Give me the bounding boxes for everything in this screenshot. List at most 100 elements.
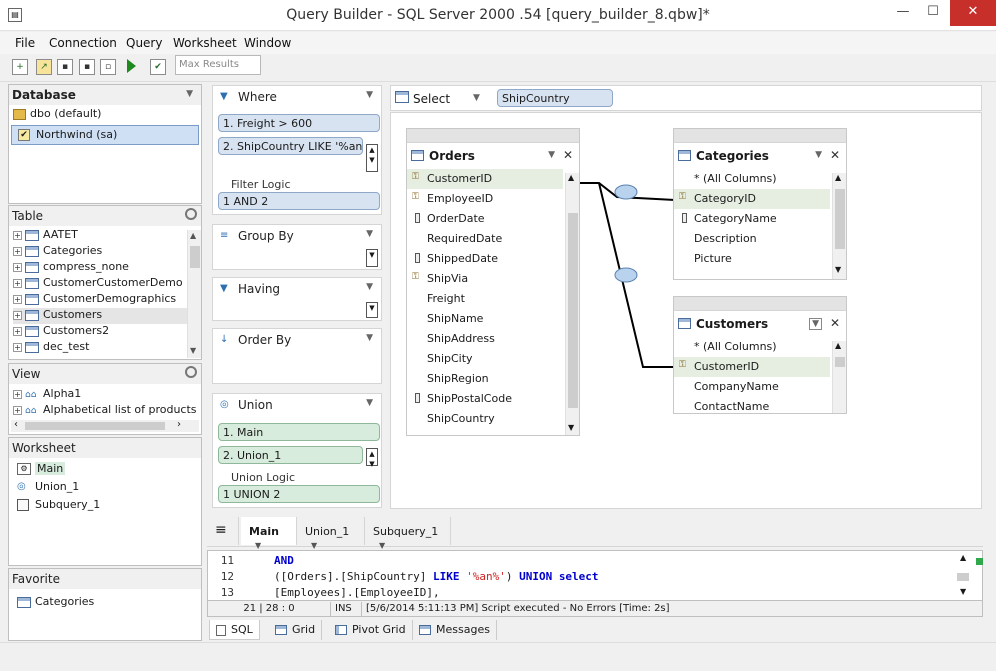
field-row[interactable]: ShipCity [407, 349, 563, 369]
expand-icon[interactable]: + [13, 326, 22, 336]
scroll-right-icon[interactable]: › [177, 419, 181, 430]
chevron-down-icon[interactable]: ▼ [809, 318, 822, 330]
union-item-2[interactable]: 2. Union_1 [218, 446, 363, 464]
field-row[interactable]: ⚿ CategoryID [674, 189, 830, 209]
new-icon[interactable]: + [12, 59, 28, 75]
table-list-item[interactable]: + dec_test [13, 340, 197, 356]
scroll-down-icon[interactable]: ▼ [568, 423, 574, 432]
having-scroll[interactable]: ▼ [366, 302, 378, 318]
where-condition-2[interactable]: 2. ShipCountry LIKE '%an%' [218, 137, 363, 155]
tab-subquery[interactable]: Subquery_1 ▼ [365, 517, 451, 550]
tab-grid[interactable]: Grid [269, 620, 323, 640]
field-row[interactable]: CompanyName [674, 377, 830, 397]
filter-logic-value[interactable]: 1 AND 2 [218, 192, 380, 210]
connection-item[interactable]: ✔ Northwind (sa) [11, 125, 199, 145]
view-hscrollbar[interactable]: ‹ › [11, 419, 199, 432]
field-row[interactable]: * (All Columns) [674, 169, 830, 189]
max-results-input[interactable]: Max Results [175, 55, 261, 75]
tab-pivot-grid[interactable]: Pivot Grid [329, 620, 413, 640]
orders-scrollbar[interactable]: ▲ ▼ [565, 173, 579, 435]
table-list-item[interactable]: + CustomerDemographics [13, 292, 197, 308]
close-icon[interactable]: ✕ [830, 316, 840, 330]
scroll-up-icon[interactable]: ▲ [190, 231, 196, 240]
execute-check-icon[interactable]: ✔ [150, 59, 166, 75]
orders-drag-handle[interactable] [407, 129, 579, 143]
view-list-item[interactable]: + ⌂⌂ Alphabetical list of products [13, 403, 197, 419]
chevron-down-icon[interactable]: ▼ [366, 333, 373, 343]
union-scroll[interactable]: ▲ ▼ [366, 448, 378, 468]
union-item-1[interactable]: 1. Main [218, 423, 380, 441]
tab-main[interactable]: Main ▼ [241, 517, 297, 550]
expand-icon[interactable]: + [13, 230, 22, 240]
scroll-down-icon[interactable]: ▼ [960, 587, 966, 596]
field-row[interactable]: Picture [674, 249, 830, 269]
close-icon[interactable]: ✕ [830, 148, 840, 162]
field-row[interactable]: ContactName [674, 397, 830, 411]
save-icon[interactable]: ▪ [57, 59, 73, 75]
scroll-up-icon[interactable]: ▲ [568, 173, 574, 182]
orders-table-box[interactable]: Orders ▼ ✕ ⚿ CustomerID ⚿ EmployeeID OrderDa… [406, 128, 580, 436]
sql-editor-scrollbar[interactable]: ▲ ▼ [957, 553, 971, 599]
chevron-down-icon[interactable]: ▼ [311, 541, 317, 550]
field-row[interactable]: ShipPostalCode [407, 389, 563, 409]
expand-icon[interactable]: + [13, 342, 22, 352]
field-row[interactable]: ShipRegion [407, 369, 563, 389]
chevron-down-icon[interactable]: ▼ [366, 398, 373, 408]
maximize-button[interactable]: ☐ [918, 0, 948, 26]
customers-drag-handle[interactable] [674, 297, 846, 311]
scroll-left-icon[interactable]: ‹ [14, 419, 18, 430]
chevron-down-icon[interactable]: ▼ [473, 93, 480, 103]
expand-icon[interactable]: + [13, 262, 22, 272]
view-list-item[interactable]: + ⌂⌂ Alpha1 [13, 387, 197, 403]
save-as-icon[interactable]: ▫ [100, 59, 116, 75]
union-logic-value[interactable]: 1 UNION 2 [218, 485, 380, 503]
field-row[interactable]: OrderDate [407, 209, 563, 229]
table-list-item[interactable]: + compress_none [13, 260, 197, 276]
save-all-icon[interactable]: ▪ [79, 59, 95, 75]
field-row[interactable]: ShipAddress [407, 329, 563, 349]
field-row[interactable]: ⚿ EmployeeID [407, 189, 563, 209]
chevron-down-icon[interactable]: ▼ [366, 229, 373, 239]
customers-scrollbar[interactable]: ▲ [832, 341, 846, 413]
categories-scrollbar[interactable]: ▲ ▼ [832, 173, 846, 279]
table-list-item[interactable]: + CustomerCustomerDemo [13, 276, 197, 292]
code-line[interactable]: AND [274, 554, 294, 567]
query-designer-canvas[interactable]: Orders ▼ ✕ ⚿ CustomerID ⚿ EmployeeID OrderDa… [390, 112, 982, 509]
field-row[interactable]: ShippedDate [407, 249, 563, 269]
scroll-thumb[interactable] [190, 246, 200, 268]
tab-messages[interactable]: Messages [413, 620, 497, 640]
scroll-thumb[interactable] [568, 213, 578, 408]
scroll-down-icon[interactable]: ▼ [190, 346, 196, 355]
expand-icon[interactable]: + [13, 389, 22, 399]
expand-icon[interactable]: + [13, 294, 22, 304]
scroll-up-icon[interactable]: ▲ [835, 341, 841, 350]
table-list-scrollbar[interactable]: ▲ ▼ [187, 230, 201, 358]
table-list-item[interactable]: + Customers2 [13, 324, 197, 340]
hscroll-thumb[interactable] [25, 422, 165, 430]
menu-file[interactable]: File [15, 36, 35, 50]
close-icon[interactable]: ✕ [563, 148, 573, 162]
scroll-thumb[interactable] [835, 189, 845, 249]
code-line[interactable]: ([Orders].[ShipCountry] LIKE '%an%') UNI… [274, 570, 599, 583]
menu-connection[interactable]: Connection [49, 36, 117, 50]
field-row[interactable]: Description [674, 229, 830, 249]
categories-drag-handle[interactable] [674, 129, 846, 143]
field-row[interactable]: ShipCountry [407, 409, 563, 429]
where-condition-1[interactable]: 1. Freight > 600 [218, 114, 380, 132]
menu-window[interactable]: Window [244, 36, 291, 50]
table-list-item[interactable]: + Customers [13, 308, 197, 324]
where-scroll[interactable]: ▲ ▼ [366, 144, 378, 172]
menu-query[interactable]: Query [126, 36, 162, 50]
scroll-up-icon[interactable]: ▲ [960, 553, 966, 562]
favorite-item[interactable]: Categories [9, 589, 201, 608]
field-row[interactable]: Freight [407, 289, 563, 309]
chevron-down-icon[interactable]: ▼ [366, 90, 373, 100]
menu-worksheet[interactable]: Worksheet [173, 36, 237, 50]
field-row[interactable]: * (All Columns) [674, 337, 830, 357]
code-line[interactable]: [Employees].[EmployeeID], [274, 586, 440, 599]
chevron-down-icon[interactable]: ▼ [366, 282, 373, 292]
close-button[interactable]: ✕ [950, 0, 996, 26]
customers-table-box[interactable]: Customers ▼ ✕ * (All Columns) ⚿ CustomerID… [673, 296, 847, 414]
scroll-up-icon[interactable]: ▲ [835, 173, 841, 182]
chevron-down-icon[interactable]: ▼ [815, 150, 822, 160]
